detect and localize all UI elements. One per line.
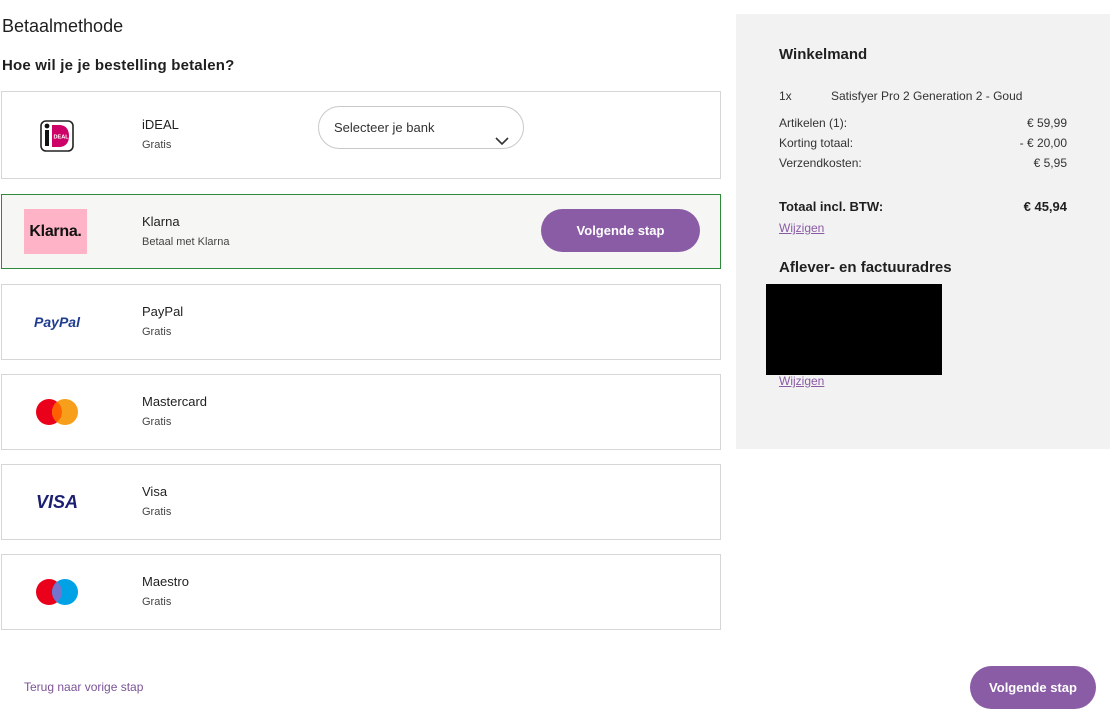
method-name-mastercard: Mastercard — [142, 394, 208, 409]
method-name-paypal: PayPal — [142, 304, 184, 319]
cart-item-qty: 1x — [779, 89, 792, 103]
klarna-logo: Klarna. — [24, 209, 87, 254]
cart-item-name: Satisfyer Pro 2 Generation 2 - Goud — [831, 89, 1023, 103]
payment-method-maestro[interactable]: Maestro Gratis — [1, 554, 721, 630]
summary-label: Korting totaal: — [779, 136, 854, 150]
klarna-next-button[interactable]: Volgende stap — [541, 209, 700, 252]
payment-question: Hoe wil je je bestelling betalen? — [2, 57, 235, 74]
visa-logo: VISA — [35, 491, 78, 512]
order-summary: Winkelmand 1x Satisfyer Pro 2 Generation… — [736, 14, 1110, 449]
redacted-address — [766, 284, 942, 375]
summary-value: € 5,95 — [1033, 156, 1067, 170]
edit-address-link[interactable]: Wijzigen — [779, 374, 824, 388]
payment-method-paypal[interactable]: PayPal PayPal Gratis — [1, 284, 721, 360]
method-sub-ideal: Gratis — [142, 139, 172, 151]
payment-method-ideal[interactable]: DEAL iDEAL Gratis Selecteer je bank — [1, 91, 721, 179]
payment-method-klarna[interactable]: Klarna. Klarna Betaal met Klarna Volgend… — [1, 194, 721, 269]
edit-cart-link[interactable]: Wijzigen — [779, 221, 824, 235]
chevron-down-icon — [495, 121, 509, 162]
total-value: € 45,94 — [1023, 199, 1067, 214]
bank-select-placeholder: Selecteer je bank — [334, 120, 435, 135]
summary-row-articles: Artikelen (1): € 59,99 — [779, 116, 1067, 130]
method-name-visa: Visa — [142, 484, 168, 499]
ideal-logo: DEAL — [24, 120, 90, 152]
summary-label: Verzendkosten: — [779, 156, 862, 170]
svg-text:DEAL: DEAL — [54, 135, 70, 141]
total-label: Totaal incl. BTW: — [779, 199, 884, 214]
cart-title: Winkelmand — [779, 46, 868, 63]
bank-select[interactable]: Selecteer je bank — [318, 106, 524, 149]
method-name-maestro: Maestro — [142, 574, 189, 589]
summary-row-discount: Korting totaal: - € 20,00 — [779, 136, 1067, 150]
summary-value: - € 20,00 — [1019, 136, 1067, 150]
mastercard-logo — [24, 397, 90, 427]
method-sub-maestro: Gratis — [142, 596, 172, 608]
summary-row-shipping: Verzendkosten: € 5,95 — [779, 156, 1067, 170]
next-step-button[interactable]: Volgende stap — [970, 666, 1096, 709]
address-title: Aflever- en factuuradres — [779, 259, 952, 276]
page-title: Betaalmethode — [2, 16, 124, 36]
cart-item: 1x Satisfyer Pro 2 Generation 2 - Goud — [779, 89, 1067, 103]
paypal-logo: PayPal — [34, 314, 80, 330]
back-link[interactable]: Terug naar vorige stap — [24, 680, 143, 694]
maestro-logo — [24, 577, 90, 607]
summary-total: Totaal incl. BTW: € 45,94 — [779, 199, 1067, 214]
method-sub-visa: Gratis — [142, 506, 172, 518]
method-name-ideal: iDEAL — [142, 117, 179, 132]
payment-method-visa[interactable]: VISA Visa Gratis — [1, 464, 721, 540]
summary-value: € 59,99 — [1026, 116, 1067, 130]
payment-method-mastercard[interactable]: Mastercard Gratis — [1, 374, 721, 450]
method-sub-paypal: Gratis — [142, 326, 172, 338]
method-sub-mastercard: Gratis — [142, 416, 172, 428]
method-sub-klarna: Betaal met Klarna — [142, 236, 230, 248]
summary-label: Artikelen (1): — [779, 116, 848, 130]
method-name-klarna: Klarna — [142, 214, 180, 229]
